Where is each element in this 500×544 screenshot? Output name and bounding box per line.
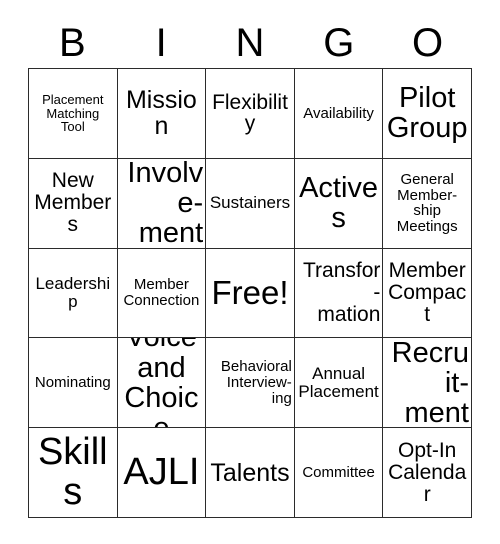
bingo-cell[interactable]: Recruit- ment — [383, 338, 472, 429]
bingo-cell-label: Placement Matching Tool — [42, 92, 104, 135]
bingo-cell[interactable]: Involve- ment — [117, 158, 207, 249]
bingo-cell[interactable]: Leadership — [29, 248, 118, 339]
bingo-cell-label: Recruit- ment — [391, 338, 469, 429]
bingo-cell[interactable]: Voice and Choice — [117, 338, 207, 429]
bingo-cell-label: Nominating — [34, 373, 111, 391]
bingo-cell-label: Pilot Group — [386, 82, 468, 145]
bingo-cell[interactable]: Member Connection — [117, 248, 207, 339]
bingo-header-letter-n: N — [235, 21, 265, 65]
bingo-cell-label: Annual Placement — [298, 364, 379, 401]
bingo-header-letter-g: G — [323, 21, 355, 65]
bingo-cell[interactable]: General Member- ship Meetings — [383, 158, 472, 249]
bingo-card: B I N G O Placement Matching Tool Mission… — [0, 0, 500, 544]
bingo-cell[interactable]: New Members — [29, 158, 118, 249]
bingo-cell-label: Member Compact — [388, 259, 467, 326]
bingo-cell[interactable]: Member Compact — [383, 248, 472, 339]
bingo-cell-label: Free! — [211, 273, 289, 311]
bingo-cell[interactable]: AJLI — [117, 428, 207, 518]
bingo-cell-label: Opt-In Calendar — [388, 438, 467, 506]
bingo-cell[interactable]: Transfor- mation — [294, 248, 384, 339]
bingo-cell-label: Involve- ment — [127, 158, 204, 249]
bingo-cell-label: AJLI — [123, 450, 200, 493]
bingo-header-letter-b: B — [59, 21, 86, 65]
bingo-cell[interactable]: Mission — [117, 69, 207, 159]
bingo-cell-label: Availability — [303, 104, 374, 122]
bingo-cell-label: Mission — [125, 86, 197, 141]
bingo-cell-label: Leadership — [35, 274, 111, 311]
bingo-cell-label: Member Connection — [123, 276, 200, 309]
bingo-cell[interactable]: Talents — [206, 428, 295, 518]
bingo-cell-label: General Member- ship Meetings — [396, 171, 458, 235]
bingo-cell-label: Flexibility — [212, 90, 288, 136]
bingo-cell-label: Committee — [302, 463, 375, 481]
bingo-cell[interactable]: Placement Matching Tool — [29, 69, 118, 159]
bingo-grid: Placement Matching Tool Mission Flexibilit… — [28, 68, 472, 518]
bingo-cell[interactable]: Availability — [294, 69, 384, 159]
bingo-header-letter-i: I — [155, 21, 167, 65]
bingo-cell-label: Sustainers — [209, 193, 291, 213]
bingo-cell-label: Behavioral Interview- ing — [220, 358, 292, 407]
bingo-cell[interactable]: Pilot Group — [383, 69, 472, 159]
bingo-cell-free-space[interactable]: Free! — [206, 248, 295, 339]
bingo-cell-label: Transfor- mation — [302, 259, 381, 326]
bingo-cell-label: Skills — [37, 431, 108, 513]
bingo-header-row: B I N G O — [28, 18, 472, 68]
bingo-cell[interactable]: Behavioral Interview- ing — [206, 338, 295, 429]
bingo-cell[interactable]: Skills — [29, 428, 118, 518]
bingo-cell[interactable]: Opt-In Calendar — [383, 428, 472, 518]
bingo-cell[interactable]: Annual Placement — [294, 338, 384, 429]
bingo-cell[interactable]: Actives — [294, 158, 384, 249]
bingo-cell-label: Talents — [210, 458, 290, 487]
bingo-cell[interactable]: Nominating — [29, 338, 118, 429]
bingo-cell-label: New Members — [34, 169, 112, 237]
bingo-cell-label: Voice and Choice — [124, 338, 199, 429]
bingo-header-letter-o: O — [412, 21, 444, 65]
bingo-cell[interactable]: Committee — [294, 428, 384, 518]
bingo-cell[interactable]: Sustainers — [206, 158, 295, 249]
bingo-cell[interactable]: Flexibility — [206, 69, 295, 159]
bingo-cell-label: Actives — [299, 172, 379, 235]
